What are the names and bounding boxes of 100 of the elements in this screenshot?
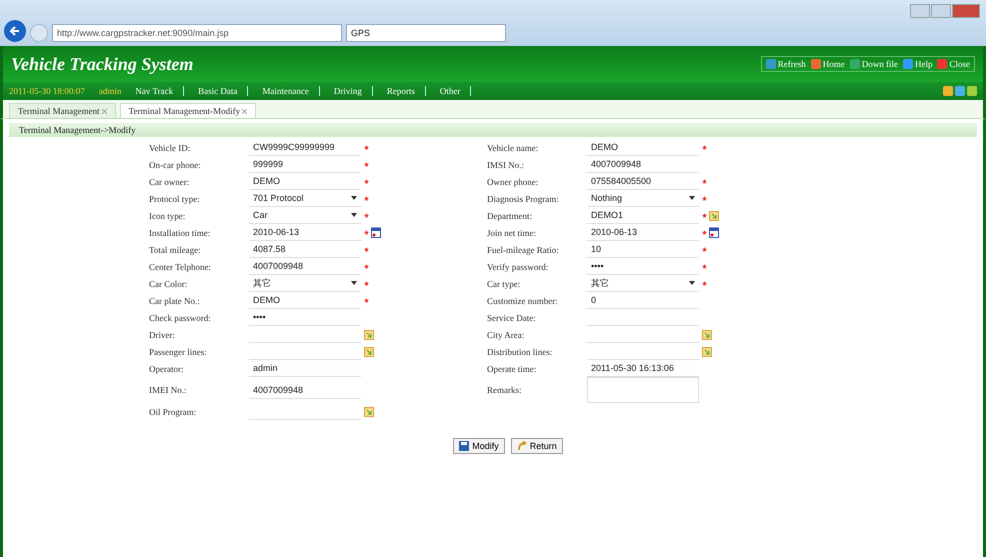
- input-field[interactable]: 4087.58: [249, 241, 361, 258]
- toolbar-link[interactable]: Down file: [850, 59, 898, 69]
- browser-tab[interactable]: GPS: [346, 24, 506, 42]
- form-button[interactable]: Return: [510, 438, 563, 454]
- input-field[interactable]: 2010-06-13: [587, 224, 699, 241]
- input-field[interactable]: ••••: [249, 309, 361, 326]
- minimize-button[interactable]: [910, 4, 930, 18]
- toolbar-link[interactable]: Help: [902, 59, 932, 69]
- form-button[interactable]: Modify: [453, 438, 505, 454]
- input-field[interactable]: admin: [249, 360, 361, 377]
- menu-item[interactable]: Driving: [334, 86, 373, 96]
- input-field[interactable]: DEMO: [587, 139, 699, 156]
- toolbar-link[interactable]: Home: [810, 59, 845, 69]
- menu-item[interactable]: Basic Data: [198, 86, 248, 96]
- datetime-text: 2011-05-30 18:00:07: [9, 86, 85, 96]
- breadcrumb-bar: Terminal Management->Modify: [9, 123, 977, 137]
- select-field[interactable]: Car: [249, 207, 361, 224]
- toolbar-link[interactable]: Close: [937, 59, 970, 69]
- user-name: admin: [98, 86, 122, 96]
- input-field[interactable]: 4007009948: [249, 382, 361, 398]
- input-field[interactable]: DEMO: [249, 292, 361, 309]
- toolbar-link[interactable]: Refresh: [766, 59, 806, 69]
- input-field[interactable]: 10: [587, 241, 699, 258]
- close-button[interactable]: [952, 4, 980, 18]
- theme-swatch-icon[interactable]: [943, 86, 953, 96]
- back-button[interactable]: [4, 20, 26, 42]
- input-field[interactable]: DEMO: [249, 173, 361, 190]
- field-label: City Area:: [487, 330, 526, 340]
- input-field[interactable]: 0: [587, 292, 699, 309]
- app-title: Vehicle Tracking System: [11, 54, 194, 74]
- remarks-textarea[interactable]: [587, 377, 699, 403]
- input-field[interactable]: 075584005500: [587, 173, 699, 190]
- menu-item[interactable]: Maintenance: [262, 86, 320, 96]
- field-label: Customize number:: [487, 296, 559, 306]
- picker-icon[interactable]: [709, 210, 719, 220]
- input-field[interactable]: DEMO1: [587, 207, 699, 224]
- input-field[interactable]: ••••: [587, 258, 699, 275]
- field-label: Owner phone:: [487, 176, 540, 186]
- forward-button[interactable]: [30, 24, 48, 42]
- field-label: Distribution lines:: [487, 346, 554, 356]
- menu-item[interactable]: Reports: [386, 86, 426, 96]
- picker-icon[interactable]: [364, 406, 374, 416]
- field-label: Car type:: [487, 278, 522, 288]
- field-label: Car Color:: [149, 278, 188, 288]
- field-label: Vehicle ID:: [149, 142, 192, 152]
- field-label: Check password:: [149, 312, 212, 322]
- field-label: Remarks:: [487, 385, 522, 395]
- back-arrow-icon: [9, 25, 21, 37]
- field-label: Oil Program:: [149, 406, 198, 416]
- field-label: Verify password:: [487, 262, 550, 272]
- dropdown-arrow-icon: [351, 281, 357, 285]
- input-field[interactable]: 999999: [249, 156, 361, 173]
- field-label: Car owner:: [149, 176, 190, 186]
- theme-swatch-icon[interactable]: [967, 86, 977, 96]
- input-field[interactable]: 2010-06-13: [249, 224, 361, 241]
- select-field[interactable]: 701 Protocol: [249, 190, 361, 207]
- input-field[interactable]: 4007009948: [587, 156, 699, 173]
- theme-swatch-icon[interactable]: [955, 86, 965, 96]
- return-arrow-icon: [516, 441, 527, 451]
- field-label: Installation time:: [149, 228, 212, 238]
- field-label: Driver:: [149, 330, 176, 340]
- close-icon[interactable]: [242, 109, 248, 114]
- field-label: Department:: [487, 210, 533, 220]
- field-label: Fuel-mileage Ratio:: [487, 244, 560, 254]
- field-label: Icon type:: [149, 210, 186, 220]
- field-label: Vehicle name:: [487, 142, 540, 152]
- dropdown-arrow-icon: [689, 281, 695, 285]
- input-field[interactable]: CW9999C99999999: [249, 139, 361, 156]
- field-label: Operator:: [149, 364, 184, 374]
- field-label: Center Telphone:: [149, 262, 212, 272]
- field-label: Total mileage:: [149, 244, 202, 254]
- menu-item[interactable]: Other: [440, 86, 472, 96]
- calendar-icon[interactable]: [709, 227, 719, 238]
- picker-icon[interactable]: [364, 346, 374, 356]
- input-field[interactable]: 4007009948: [249, 258, 361, 275]
- field-label: Join net time:: [487, 228, 537, 238]
- picker-icon[interactable]: [364, 330, 374, 340]
- select-field[interactable]: Nothing: [587, 190, 699, 207]
- address-bar[interactable]: http://www.cargpstracker.net:9090/main.jsp: [52, 24, 342, 42]
- select-field[interactable]: 其它: [249, 275, 361, 292]
- tab[interactable]: Terminal Management-Modify: [120, 103, 256, 118]
- tab[interactable]: Terminal Management: [9, 103, 116, 118]
- field-label: Passenger lines:: [149, 346, 208, 356]
- dropdown-arrow-icon: [351, 213, 357, 217]
- maximize-button[interactable]: [931, 4, 951, 18]
- dropdown-arrow-icon: [351, 196, 357, 200]
- select-field[interactable]: 其它: [587, 275, 699, 292]
- field-label: Diagnosis Program:: [487, 194, 560, 204]
- field-label: Protocol type:: [149, 194, 201, 204]
- calendar-icon[interactable]: [371, 227, 381, 238]
- picker-icon[interactable]: [702, 330, 712, 340]
- close-icon[interactable]: [102, 109, 107, 114]
- field-label: IMEI No.:: [149, 385, 188, 395]
- field-label: Car plate No.:: [149, 296, 201, 306]
- picker-icon[interactable]: [702, 346, 712, 356]
- field-label: Operate time:: [487, 364, 538, 374]
- field-label: On-car phone:: [149, 160, 202, 170]
- input-field[interactable]: 2011-05-30 16:13:06: [587, 360, 699, 377]
- field-label: Service Date:: [487, 312, 537, 322]
- menu-item[interactable]: Nav Track: [135, 86, 184, 96]
